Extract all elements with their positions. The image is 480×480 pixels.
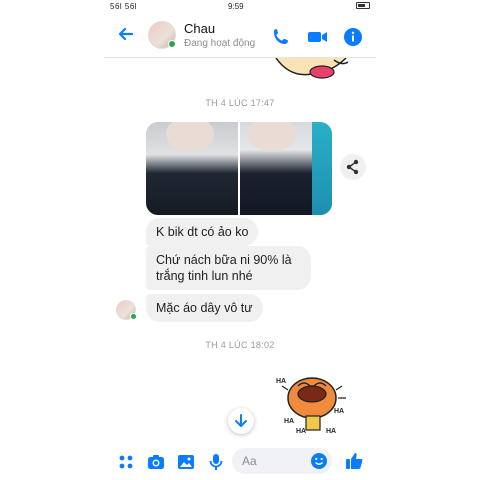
- sticker-text: HA: [326, 428, 337, 435]
- sticker-partial: [272, 57, 352, 80]
- battery-icon: [356, 2, 370, 9]
- chat-header: Chau Đang hoạt động: [104, 14, 376, 58]
- sticker-text: HA: [334, 408, 345, 415]
- microphone-icon[interactable]: [206, 452, 226, 472]
- clock: 9:59: [228, 2, 244, 11]
- online-indicator: [168, 40, 176, 48]
- signal-indicator: 56l 56l: [110, 2, 138, 11]
- online-indicator: [130, 313, 137, 320]
- camera-icon[interactable]: [146, 452, 166, 472]
- info-icon[interactable]: [342, 26, 364, 48]
- gallery-icon[interactable]: [176, 452, 196, 472]
- message-bubble[interactable]: Chứ nách bữa ni 90% là trắng tinh lun nh…: [146, 246, 311, 290]
- video-icon[interactable]: [306, 26, 328, 48]
- scroll-down-button[interactable]: [228, 408, 254, 434]
- sticker-text: HA: [276, 378, 287, 385]
- laughing-sticker[interactable]: HA HA HA HA HA: [274, 370, 352, 440]
- timestamp: TH 4 LÚC 17:47: [205, 98, 275, 108]
- contact-name[interactable]: Chau: [184, 21, 215, 36]
- sticker-text: HA: [284, 418, 295, 425]
- phone-icon[interactable]: [270, 26, 292, 48]
- more-apps-icon[interactable]: [116, 452, 136, 472]
- status-bar: 56l 56l 9:59: [104, 0, 376, 14]
- timestamp: TH 4 LÚC 18:02: [205, 340, 275, 350]
- photo-2[interactable]: [240, 122, 332, 215]
- message-input-placeholder: Aa: [242, 454, 257, 468]
- presence-status: Đang hoạt động: [184, 38, 256, 49]
- messenger-screen: 56l 56l 9:59 Chau Đang hoạt động TH 4 LÚ…: [104, 0, 376, 480]
- photo-1[interactable]: [146, 122, 238, 215]
- share-icon[interactable]: [340, 154, 366, 180]
- emoji-icon[interactable]: [310, 452, 328, 470]
- avatar[interactable]: [148, 21, 176, 49]
- sticker-text: HA: [296, 428, 307, 435]
- thumbs-up-icon[interactable]: [344, 451, 364, 471]
- back-arrow-icon[interactable]: [116, 24, 136, 44]
- sender-avatar[interactable]: [116, 300, 137, 320]
- message-bubble[interactable]: Mặc áo dây vô tư: [146, 294, 263, 322]
- message-bubble[interactable]: K bik dt có ảo ko: [146, 218, 259, 246]
- photo-attachment[interactable]: [146, 122, 332, 215]
- message-composer: Aa: [104, 442, 376, 480]
